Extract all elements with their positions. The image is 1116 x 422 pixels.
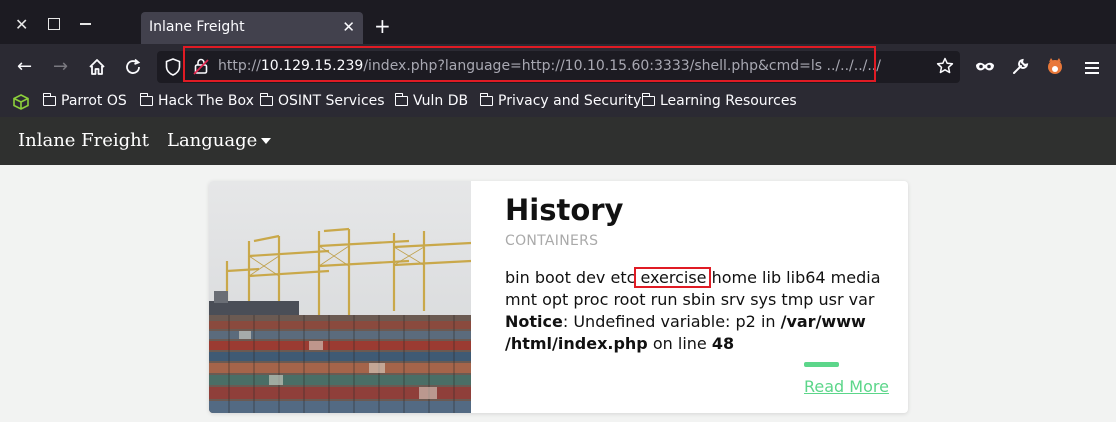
bookmark-parrot-os[interactable]: Parrot OS bbox=[42, 93, 127, 109]
exercise-highlight-box bbox=[634, 267, 711, 288]
read-more-link[interactable]: Read More bbox=[804, 377, 889, 396]
url-highlight-box bbox=[183, 46, 876, 82]
bookmark-star-icon[interactable] bbox=[936, 57, 954, 79]
home-icon[interactable] bbox=[88, 58, 106, 80]
tab-close-icon[interactable]: ✕ bbox=[342, 18, 355, 36]
bookmark-osint-services[interactable]: OSINT Services bbox=[259, 93, 385, 109]
forward-icon[interactable]: → bbox=[53, 58, 68, 76]
bookmark-learning-resources[interactable]: Learning Resources bbox=[641, 93, 797, 109]
bookmark-hack-the-box[interactable]: Hack The Box bbox=[139, 93, 254, 109]
hamburger-menu-icon[interactable] bbox=[1085, 59, 1099, 78]
bookmark-privacy-and-security[interactable]: Privacy and Security bbox=[479, 93, 641, 109]
caret-down-icon bbox=[261, 138, 272, 144]
wrench-icon[interactable] bbox=[1012, 57, 1030, 79]
history-card: History CONTAINERS bin boot dev etc exer… bbox=[209, 181, 908, 413]
minimize-window-icon[interactable] bbox=[80, 23, 91, 25]
back-icon[interactable]: ← bbox=[17, 58, 32, 76]
maximize-window-icon[interactable] bbox=[48, 18, 60, 30]
folder-icon bbox=[394, 93, 408, 106]
port-container-image bbox=[209, 181, 485, 413]
notice-line: 48 bbox=[711, 334, 735, 353]
folder-icon bbox=[259, 93, 273, 106]
web-page: Inlane Freight Language History CONTAINE… bbox=[0, 117, 1116, 422]
bookmark-vuln-db[interactable]: Vuln DB bbox=[394, 93, 468, 109]
read-more-accent-bar bbox=[804, 362, 839, 367]
tab-title: Inlane Freight bbox=[149, 19, 245, 35]
folder-icon bbox=[479, 93, 493, 106]
tab-strip: ✕ Inlane Freight ✕ + bbox=[0, 4, 1116, 44]
browser-tab[interactable]: Inlane Freight ✕ bbox=[141, 12, 363, 44]
manage-bookmarks-cube-icon[interactable] bbox=[13, 94, 29, 114]
site-navbar: Inlane Freight Language bbox=[0, 117, 1116, 165]
close-window-icon[interactable]: ✕ bbox=[15, 17, 28, 33]
folder-icon bbox=[42, 93, 56, 106]
shield-icon[interactable] bbox=[165, 58, 181, 80]
language-dropdown[interactable]: Language bbox=[167, 130, 272, 151]
folder-icon bbox=[641, 93, 655, 106]
new-tab-icon[interactable]: + bbox=[374, 16, 391, 36]
private-mask-icon[interactable] bbox=[975, 59, 995, 78]
site-brand[interactable]: Inlane Freight bbox=[18, 130, 149, 151]
notice-label: Notice bbox=[505, 312, 563, 331]
card-title: History bbox=[505, 193, 624, 227]
folder-icon bbox=[139, 93, 153, 106]
reload-icon[interactable] bbox=[124, 58, 142, 80]
foxyproxy-extension-icon[interactable] bbox=[1046, 57, 1064, 79]
card-subtitle: CONTAINERS bbox=[505, 233, 599, 249]
